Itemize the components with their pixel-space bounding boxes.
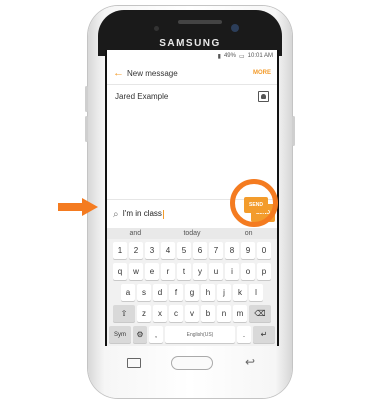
keyboard: 1 2 3 4 5 6 7 8 9 0 q w e r t y u i o p …	[107, 239, 277, 346]
key[interactable]: 7	[209, 242, 223, 259]
volume-down-button[interactable]	[85, 116, 88, 142]
space-bar[interactable]: English(US)	[165, 326, 235, 343]
back-arrow-icon[interactable]: ←	[113, 67, 127, 79]
page-title: New message	[127, 68, 178, 78]
clock: 10:01 AM	[247, 53, 273, 59]
signal-icon: ▮	[217, 53, 221, 60]
recipient-name: Jared Example	[115, 91, 169, 101]
key[interactable]: i	[225, 263, 239, 280]
key[interactable]: 3	[145, 242, 159, 259]
recipient-field[interactable]: Jared Example	[107, 85, 277, 107]
text-cursor	[162, 209, 164, 219]
paperclip-icon[interactable]: ⌕	[113, 209, 119, 220]
enter-icon[interactable]: ↵	[253, 326, 275, 343]
keyboard-row-2: a s d f g h j k l	[109, 284, 275, 301]
shift-icon[interactable]: ⇧	[113, 305, 135, 322]
key[interactable]: z	[137, 305, 151, 322]
key[interactable]: v	[185, 305, 199, 322]
app-bar: ← New message MORE	[107, 62, 277, 85]
key[interactable]: 0	[257, 242, 271, 259]
key[interactable]: g	[185, 284, 199, 301]
sym-key[interactable]: Sym	[109, 326, 131, 343]
device-brand: SAMSUNG	[159, 38, 221, 49]
keyboard-row-1: q w e r t y u i o p	[109, 263, 275, 280]
key[interactable]: f	[169, 284, 183, 301]
key[interactable]: e	[145, 263, 159, 280]
message-input[interactable]: I'm in class	[122, 209, 164, 219]
keyboard-row-3: ⇧ z x c v b n m ⌫	[109, 305, 275, 322]
key[interactable]: 9	[241, 242, 255, 259]
hardware-nav-bar: ↩	[105, 348, 279, 372]
key[interactable]: y	[193, 263, 207, 280]
keyboard-row-numbers: 1 2 3 4 5 6 7 8 9 0	[109, 242, 275, 259]
key[interactable]: 6	[193, 242, 207, 259]
send-button-highlighted[interactable]: SEND	[244, 197, 268, 213]
key[interactable]: l	[249, 284, 263, 301]
key[interactable]: w	[129, 263, 143, 280]
proximity-sensor	[154, 26, 159, 31]
key[interactable]: q	[113, 263, 127, 280]
home-button[interactable]	[171, 356, 213, 370]
key[interactable]: x	[153, 305, 167, 322]
word-suggestions: and today on	[107, 228, 277, 239]
key[interactable]: 8	[225, 242, 239, 259]
key[interactable]: 1	[113, 242, 127, 259]
suggestion-item[interactable]: today	[164, 230, 221, 237]
key[interactable]: 4	[161, 242, 175, 259]
recent-apps-icon[interactable]	[127, 358, 141, 368]
contact-card-icon[interactable]	[258, 90, 269, 102]
key[interactable]: n	[217, 305, 231, 322]
gear-icon[interactable]: ⚙	[133, 326, 147, 343]
message-text: I'm in class	[122, 209, 162, 219]
key[interactable]: 5	[177, 242, 191, 259]
more-button[interactable]: MORE	[253, 70, 271, 76]
back-icon[interactable]: ↩	[245, 355, 255, 369]
key[interactable]: u	[209, 263, 223, 280]
battery-icon: ▭	[238, 53, 245, 60]
key[interactable]: r	[161, 263, 175, 280]
key[interactable]: j	[217, 284, 231, 301]
status-bar: ▮ 49% ▭ 10:01 AM	[107, 50, 277, 62]
front-camera-icon	[231, 24, 239, 32]
key[interactable]: d	[153, 284, 167, 301]
key[interactable]: s	[137, 284, 151, 301]
period-key[interactable]: .	[237, 326, 251, 343]
battery-level: 49%	[223, 53, 236, 59]
key[interactable]: t	[177, 263, 191, 280]
key[interactable]: c	[169, 305, 183, 322]
key[interactable]: ,	[149, 326, 163, 343]
key[interactable]: h	[201, 284, 215, 301]
power-button[interactable]	[292, 116, 295, 146]
volume-up-button[interactable]	[85, 86, 88, 112]
suggestion-item[interactable]: and	[107, 230, 164, 237]
key[interactable]: k	[233, 284, 247, 301]
key[interactable]: 2	[129, 242, 143, 259]
backspace-icon[interactable]: ⌫	[249, 305, 271, 322]
key[interactable]: o	[241, 263, 255, 280]
key[interactable]: m	[233, 305, 247, 322]
key[interactable]: b	[201, 305, 215, 322]
earpiece-speaker	[178, 20, 222, 24]
key[interactable]: p	[257, 263, 271, 280]
keyboard-row-bottom: Sym ⚙ , English(US) . ↵	[109, 326, 275, 343]
pointer-arrow-icon	[58, 198, 98, 216]
key[interactable]: a	[121, 284, 135, 301]
suggestion-item[interactable]: on	[220, 230, 277, 237]
